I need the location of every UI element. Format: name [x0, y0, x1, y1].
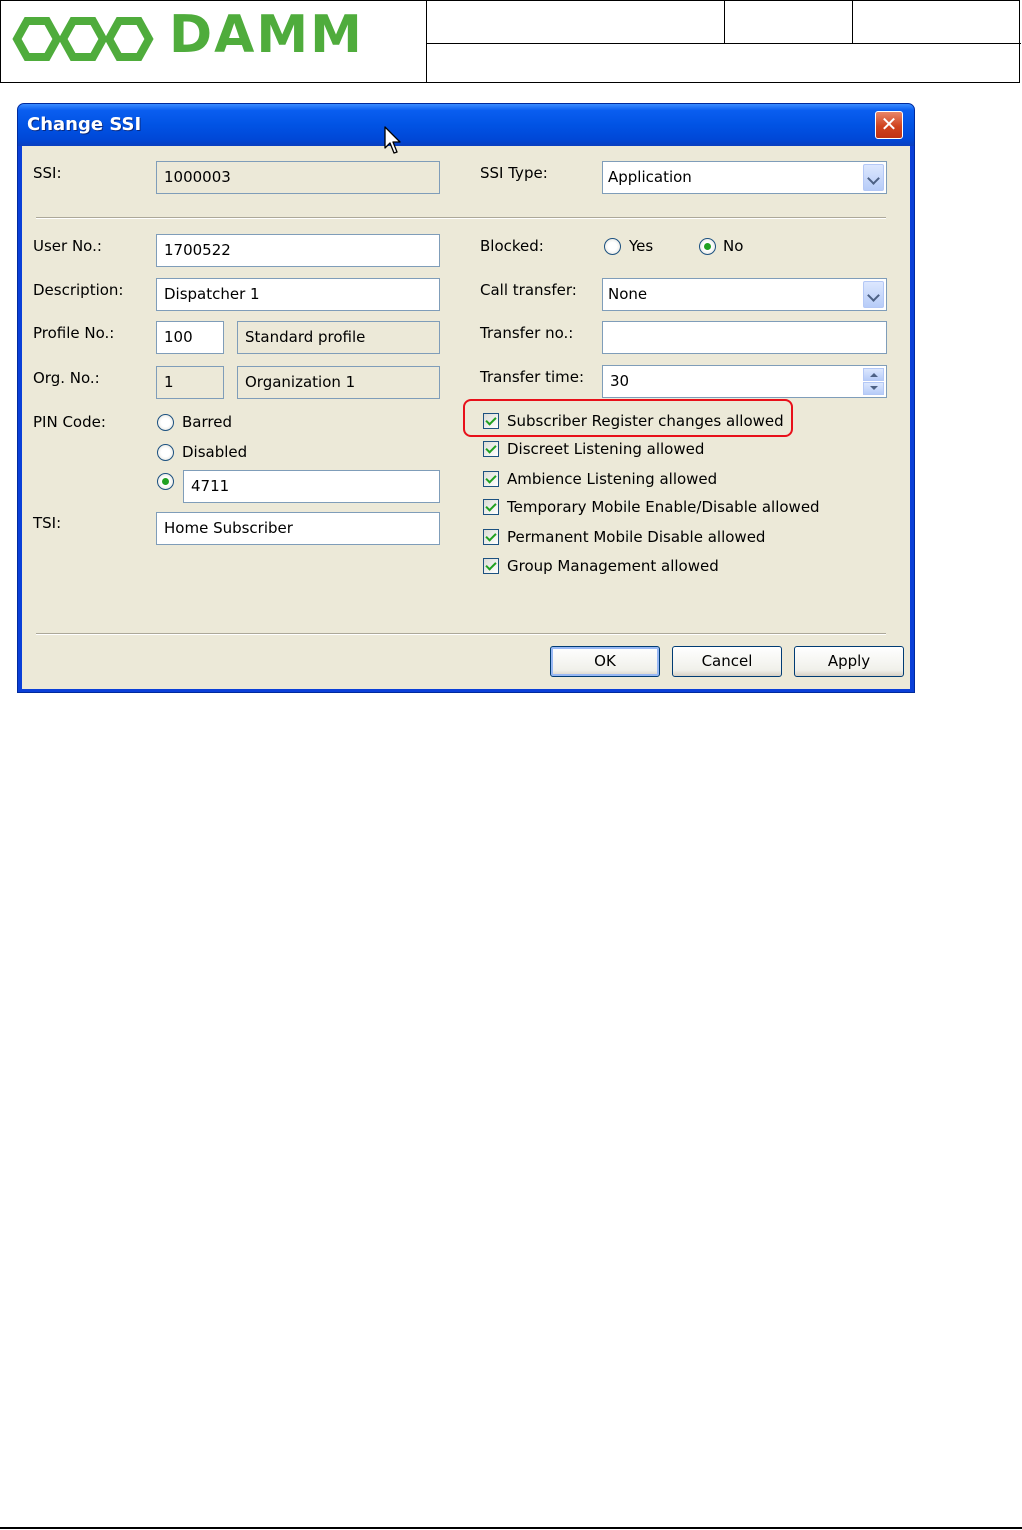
blocked-yes-radio[interactable] — [604, 238, 621, 255]
footer-rule — [0, 1527, 1022, 1529]
pin-custom-radio[interactable] — [157, 473, 174, 490]
document-header: DAMM — [0, 0, 1021, 83]
highlight-annotation — [463, 399, 793, 437]
separator — [36, 633, 886, 635]
apply-button[interactable]: Apply — [794, 646, 904, 677]
org-name-field: Organization 1 — [237, 366, 440, 399]
pin-barred-label[interactable]: Barred — [182, 413, 232, 431]
group-management-label[interactable]: Group Management allowed — [507, 557, 719, 575]
spin-up-icon[interactable] — [863, 368, 884, 381]
logo-cell: DAMM — [1, 1, 427, 82]
tsi-label: TSI: — [33, 514, 62, 532]
header-divider — [724, 1, 725, 43]
logo-rings-icon — [12, 17, 154, 61]
group-management-checkbox[interactable] — [483, 558, 499, 574]
permanent-mobile-checkbox[interactable] — [483, 529, 499, 545]
discreet-listening-label[interactable]: Discreet Listening allowed — [507, 440, 704, 458]
user-no-input[interactable]: 1700522 — [156, 234, 440, 267]
dialog-titlebar[interactable]: Change SSI ✕ — [18, 104, 914, 146]
change-ssi-dialog: Change SSI ✕ SSI: 1000003 SSI Type: Appl… — [17, 103, 915, 693]
description-label: Description: — [33, 281, 124, 299]
tsi-input[interactable]: Home Subscriber — [156, 512, 440, 545]
chevron-down-icon[interactable] — [863, 164, 884, 191]
chevron-down-icon[interactable] — [863, 281, 884, 308]
logo-text: DAMM — [169, 5, 364, 65]
user-no-label: User No.: — [33, 237, 102, 255]
dialog-title: Change SSI — [27, 114, 142, 135]
spin-down-icon[interactable] — [863, 382, 884, 395]
ambience-listening-label[interactable]: Ambience Listening allowed — [507, 470, 717, 488]
transfer-time-label: Transfer time: — [480, 368, 585, 386]
ssi-type-value: Application — [608, 168, 692, 186]
permanent-mobile-label[interactable]: Permanent Mobile Disable allowed — [507, 528, 765, 546]
ok-button[interactable]: OK — [550, 646, 660, 677]
transfer-time-spinner[interactable]: 30 — [602, 365, 887, 398]
pin-code-input[interactable]: 4711 — [183, 470, 440, 503]
description-input[interactable]: Dispatcher 1 — [156, 278, 440, 311]
pin-barred-radio[interactable] — [157, 414, 174, 431]
close-button[interactable]: ✕ — [875, 111, 903, 139]
header-divider — [852, 1, 853, 43]
ssi-type-label: SSI Type: — [480, 164, 548, 182]
discreet-listening-checkbox[interactable] — [483, 441, 499, 457]
transfer-time-value: 30 — [610, 372, 630, 390]
ssi-field: 1000003 — [156, 161, 440, 194]
ssi-label: SSI: — [33, 164, 62, 182]
profile-no-label: Profile No.: — [33, 324, 115, 342]
pin-disabled-radio[interactable] — [157, 444, 174, 461]
call-transfer-select[interactable]: None — [602, 278, 887, 311]
dialog-body: SSI: 1000003 SSI Type: Application User … — [22, 146, 910, 689]
transfer-no-label: Transfer no.: — [480, 324, 574, 342]
temporary-mobile-label[interactable]: Temporary Mobile Enable/Disable allowed — [507, 498, 820, 516]
org-no-label: Org. No.: — [33, 369, 100, 387]
blocked-yes-label[interactable]: Yes — [629, 237, 653, 255]
ssi-type-select[interactable]: Application — [602, 161, 887, 194]
call-transfer-label: Call transfer: — [480, 281, 577, 299]
call-transfer-value: None — [608, 285, 648, 303]
profile-no-input[interactable]: 100 — [156, 321, 224, 354]
mouse-pointer-icon — [384, 126, 401, 154]
pin-disabled-label[interactable]: Disabled — [182, 443, 247, 461]
blocked-no-label[interactable]: No — [723, 237, 743, 255]
cancel-button[interactable]: Cancel — [672, 646, 782, 677]
temporary-mobile-checkbox[interactable] — [483, 499, 499, 515]
pin-code-label: PIN Code: — [33, 413, 106, 431]
close-icon: ✕ — [880, 112, 898, 136]
blocked-no-radio[interactable] — [699, 238, 716, 255]
separator — [36, 217, 886, 219]
profile-name-field: Standard profile — [237, 321, 440, 354]
ambience-listening-checkbox[interactable] — [483, 471, 499, 487]
org-no-field: 1 — [156, 366, 224, 399]
blocked-label: Blocked: — [480, 237, 544, 255]
transfer-no-input[interactable] — [602, 321, 887, 354]
header-divider — [427, 43, 1021, 44]
